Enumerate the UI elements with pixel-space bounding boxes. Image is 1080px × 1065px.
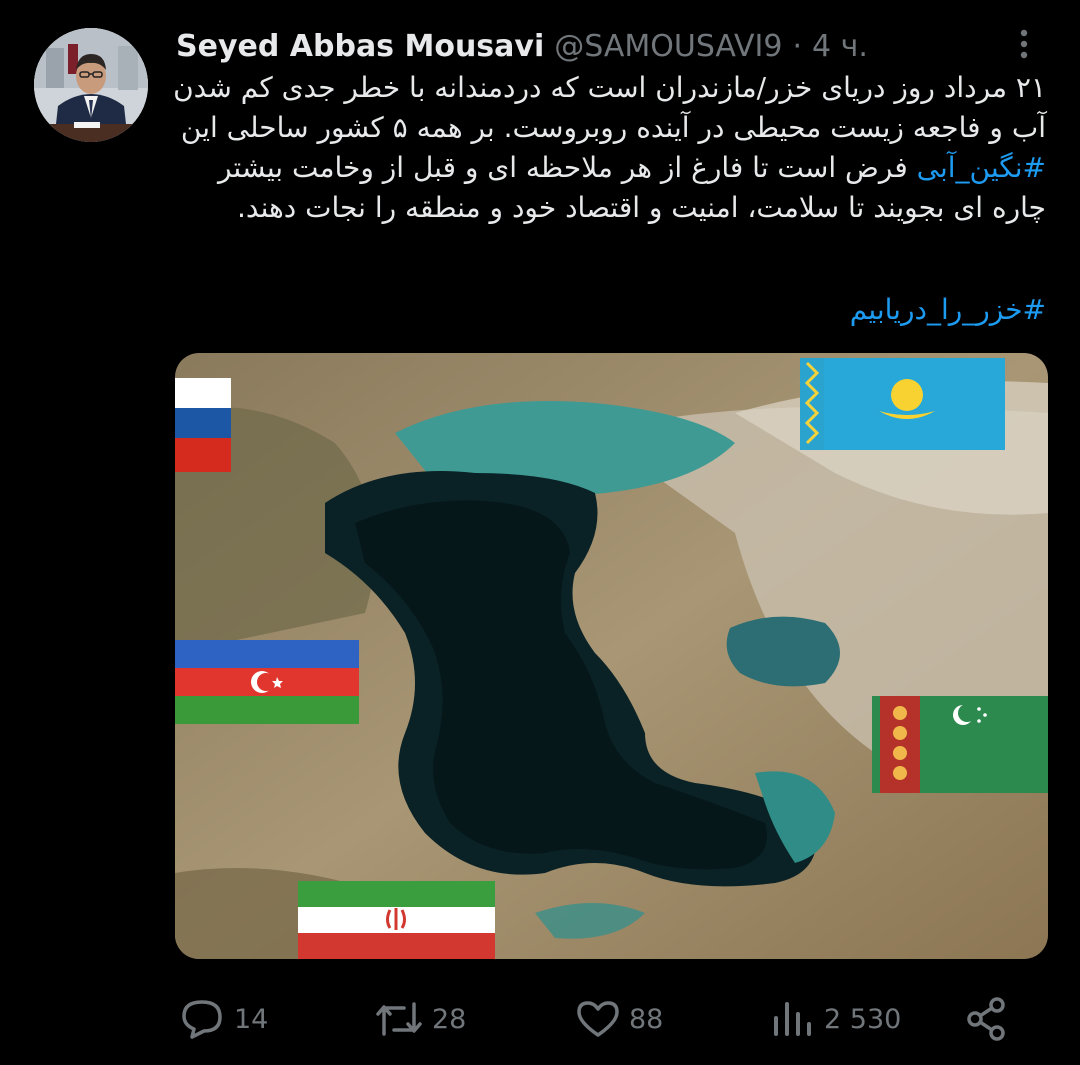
turkmenistan-flag xyxy=(872,696,1048,793)
inline-hashtag-link[interactable]: #نگین_آبی xyxy=(917,151,1046,184)
reply-icon xyxy=(182,1000,222,1039)
avatar[interactable] xyxy=(34,28,148,142)
tweet-action-bar: 14 28 88 2 530 xyxy=(0,996,1080,1042)
reply-button[interactable]: 14 xyxy=(180,996,268,1042)
share-icon xyxy=(967,997,1005,1041)
share-button[interactable] xyxy=(964,996,1010,1042)
tweet-header: Seyed Abbas Mousavi @SAMOUSAVI9 · 4 ч. xyxy=(176,26,868,66)
tweet-text-line: #نگین_آبی فرض است تا فارغ از هر ملاحظه ا… xyxy=(170,148,1046,188)
views-count: 2 530 xyxy=(824,1003,902,1035)
header-separator: · xyxy=(792,28,803,64)
azerbaijan-flag xyxy=(175,640,359,724)
tweet-time[interactable]: 4 ч. xyxy=(812,29,868,64)
more-vertical-icon[interactable] xyxy=(1006,24,1042,64)
tweet-text: ۲۱ مرداد روز دریای خزر/مازندران است که د… xyxy=(170,68,1046,228)
kazakhstan-flag xyxy=(800,358,1005,450)
retweet-button[interactable]: 28 xyxy=(374,996,466,1042)
reply-count: 14 xyxy=(234,1003,269,1035)
tweet-text-line: ۲۱ مرداد روز دریای خزر/مازندران است که د… xyxy=(173,71,1046,104)
views-button[interactable]: 2 530 xyxy=(770,996,901,1042)
tweet-text-fragment: فرض است تا فارغ از هر ملاحظه ای و قبل از… xyxy=(217,151,908,184)
retweet-count: 28 xyxy=(432,1003,467,1035)
like-count: 88 xyxy=(629,1003,664,1035)
russia-flag xyxy=(175,378,231,472)
author-name[interactable]: Seyed Abbas Mousavi xyxy=(176,29,544,64)
tweet-text-line: آب و فاجعه زیست محیطی در آینده روبروست. … xyxy=(180,111,1046,144)
tweet-media-image[interactable] xyxy=(175,353,1048,959)
tweet-text-line: چاره ای بجویند تا سلامت، امنیت و اقتصاد … xyxy=(236,191,1046,224)
views-icon xyxy=(774,1002,811,1036)
hashtag-line: #خزر_را_دریابیم xyxy=(170,290,1046,330)
hashtag-link[interactable]: #خزر_را_دریابیم xyxy=(850,293,1046,326)
caspian-map xyxy=(175,353,1048,959)
author-handle[interactable]: @SAMOUSAVI9 xyxy=(554,29,782,64)
retweet-icon xyxy=(376,1002,422,1036)
iran-flag xyxy=(298,881,495,959)
like-button[interactable]: 88 xyxy=(575,996,663,1042)
avatar-photo xyxy=(34,28,148,142)
heart-icon xyxy=(577,1001,619,1037)
